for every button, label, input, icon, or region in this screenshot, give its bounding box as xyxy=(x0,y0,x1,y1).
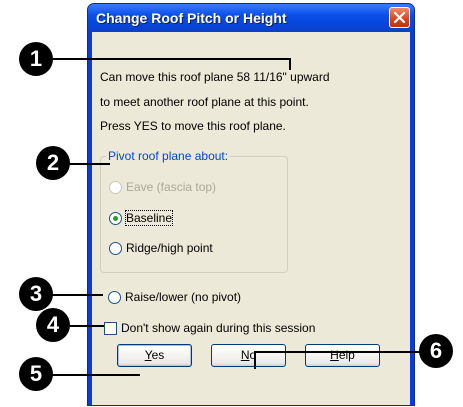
title-bar[interactable]: Change Roof Pitch or Height xyxy=(88,4,414,32)
callout-3: 3 xyxy=(19,277,53,311)
dont-show-again[interactable]: Don't show again during this session xyxy=(104,321,315,335)
callout-5-leader xyxy=(45,374,140,376)
radio-raise-lower-label[interactable]: Raise/lower (no pivot) xyxy=(125,290,241,304)
dialog-title: Change Roof Pitch or Height xyxy=(96,10,287,26)
dont-show-checkbox[interactable] xyxy=(104,321,117,335)
callout-6-leader xyxy=(254,351,434,353)
radio-ridge[interactable]: Ridge/high point xyxy=(109,241,213,255)
message-line-2: to meet another roof plane at this point… xyxy=(100,95,309,109)
radio-ridge-label[interactable]: Ridge/high point xyxy=(126,241,213,255)
message-line-3: Press YES to move this roof plane. xyxy=(100,119,286,133)
radio-baseline-button[interactable] xyxy=(109,211,122,225)
message-line-1: Can move this roof plane 58 11/16" upwar… xyxy=(100,70,330,84)
radio-eave: Eave (fascia top) xyxy=(109,180,216,194)
radio-baseline[interactable]: Baseline xyxy=(109,210,174,226)
callout-1: 1 xyxy=(19,42,53,76)
callout-1-leader-drop xyxy=(289,58,291,70)
close-button[interactable] xyxy=(389,7,410,28)
dont-show-label[interactable]: Don't show again during this session xyxy=(121,321,315,335)
close-x-icon xyxy=(393,11,406,24)
radio-ridge-button[interactable] xyxy=(109,241,122,255)
callout-1-leader xyxy=(45,58,291,60)
callout-3-leader xyxy=(45,294,103,296)
radio-eave-button xyxy=(109,180,122,194)
callout-4: 4 xyxy=(36,308,70,342)
pivot-group: Pivot roof plane about: Eave (fascia top… xyxy=(100,149,288,273)
yes-button[interactable]: Yes xyxy=(117,344,192,367)
no-button[interactable]: No xyxy=(211,344,286,367)
radio-baseline-label[interactable]: Baseline xyxy=(124,210,174,226)
radio-raise-lower-button[interactable] xyxy=(108,290,121,304)
help-button[interactable]: Help xyxy=(305,344,380,367)
pivot-group-legend: Pivot roof plane about: xyxy=(106,149,231,163)
radio-eave-label: Eave (fascia top) xyxy=(126,180,217,194)
dialog-client-area: Can move this roof plane 58 11/16" upwar… xyxy=(92,32,410,405)
radio-raise-lower[interactable]: Raise/lower (no pivot) xyxy=(108,290,241,304)
change-roof-pitch-dialog: Change Roof Pitch or Height Can move thi… xyxy=(87,3,415,406)
callout-6: 6 xyxy=(419,334,453,368)
callout-2: 2 xyxy=(36,146,70,180)
callout-5: 5 xyxy=(19,357,53,391)
callout-6-leader-drop xyxy=(254,351,256,369)
